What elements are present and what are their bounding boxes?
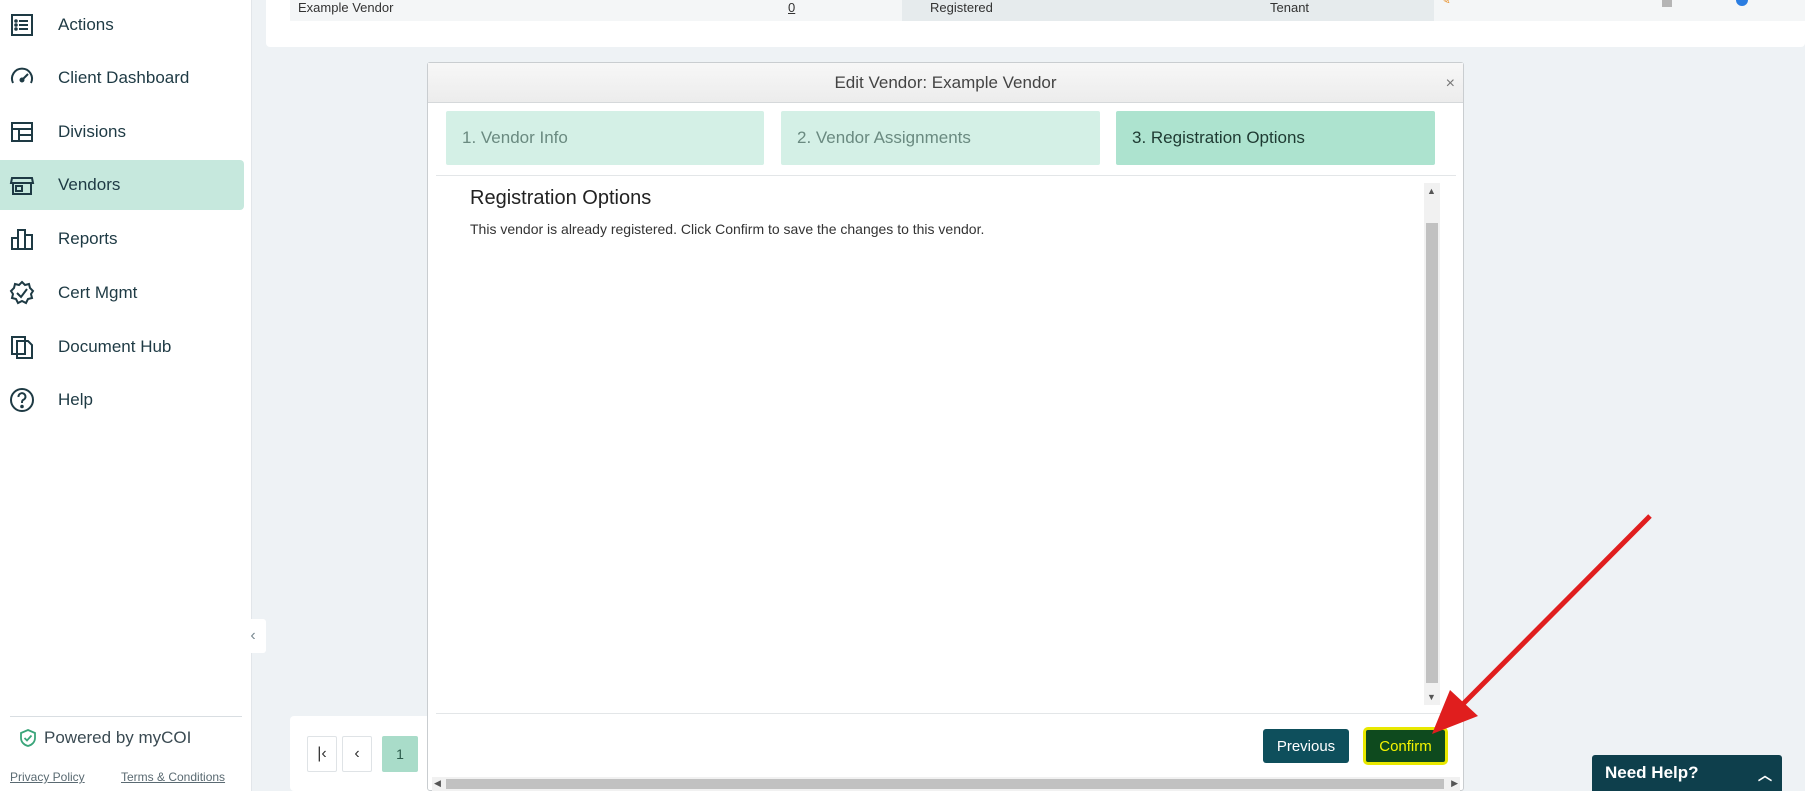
verified-badge-icon xyxy=(8,279,36,307)
bar-chart-icon xyxy=(8,225,36,253)
sidebar-item-label: Vendors xyxy=(58,175,121,194)
collapse-sidebar-button[interactable]: ‹ xyxy=(240,619,266,653)
checkbox-icon[interactable] xyxy=(1662,0,1672,7)
confirm-button[interactable]: Confirm xyxy=(1363,727,1448,765)
section-title: Registration Options xyxy=(470,187,652,209)
sidebar-item-reports[interactable]: Reports xyxy=(0,214,244,264)
horizontal-scrollbar[interactable]: ◀ ▶ xyxy=(432,777,1460,791)
chevron-left-icon: ‹ xyxy=(250,627,256,644)
sidebar-item-document-hub[interactable]: Document Hub xyxy=(0,322,244,372)
previous-button[interactable]: Previous xyxy=(1263,729,1349,763)
privacy-policy-link[interactable]: Privacy Policy xyxy=(10,770,85,784)
sidebar-item-label: Help xyxy=(58,390,93,409)
edit-vendor-modal: Edit Vendor: Example Vendor × 1. Vendor … xyxy=(427,62,1464,791)
modal-header: Edit Vendor: Example Vendor × xyxy=(428,63,1463,103)
footer-divider xyxy=(436,713,1456,714)
vendor-status-cell: Registered xyxy=(902,0,1434,21)
sidebar-item-actions[interactable]: Actions xyxy=(0,0,244,50)
toggle-indicator-icon[interactable] xyxy=(1736,0,1748,6)
chevron-left-icon: ‹ xyxy=(354,745,360,762)
powered-by: Powered by myCOI xyxy=(18,728,191,748)
steps-divider xyxy=(436,175,1456,176)
scroll-right-icon[interactable]: ▶ xyxy=(1451,778,1458,789)
table-row[interactable]: Example Vendor 0 Registered Tenant ✎ xyxy=(290,0,1805,21)
sidebar-item-label: Document Hub xyxy=(58,337,172,356)
sidebar: Actions Client Dashboard Divisions Vendo… xyxy=(0,0,252,791)
step-vendor-info[interactable]: 1. Vendor Info xyxy=(446,111,764,165)
actions-list-icon xyxy=(8,11,36,39)
step-registration-options[interactable]: 3. Registration Options xyxy=(1116,111,1435,165)
vertical-scrollbar[interactable]: ▲ ▼ xyxy=(1424,183,1440,705)
scrollbar-thumb[interactable] xyxy=(446,779,1444,789)
sidebar-item-client-dashboard[interactable]: Client Dashboard xyxy=(0,53,244,103)
storefront-icon xyxy=(8,171,36,199)
first-page-button[interactable]: |‹ xyxy=(307,736,337,772)
step-vendor-assignments[interactable]: 2. Vendor Assignments xyxy=(781,111,1100,165)
scrollbar-thumb[interactable] xyxy=(1426,223,1438,683)
sidebar-item-label: Client Dashboard xyxy=(58,68,190,87)
sidebar-item-cert-mgmt[interactable]: Cert Mgmt xyxy=(0,268,244,318)
sidebar-item-label: Divisions xyxy=(58,122,127,141)
sidebar-item-label: Reports xyxy=(58,229,118,248)
vendor-count-link[interactable]: 0 xyxy=(788,0,795,15)
shield-check-icon xyxy=(20,729,36,747)
sidebar-footer-divider xyxy=(10,716,242,717)
modal-title: Edit Vendor: Example Vendor xyxy=(834,72,1057,92)
first-page-icon: |‹ xyxy=(317,745,327,762)
chevron-up-icon: ︿ xyxy=(1758,767,1772,783)
section-text: This vendor is already registered. Click… xyxy=(470,221,985,237)
sidebar-item-label: Actions xyxy=(58,15,114,34)
documents-icon xyxy=(8,333,36,361)
help-circle-icon xyxy=(8,386,36,414)
sidebar-item-help[interactable]: Help xyxy=(0,375,244,425)
speedometer-icon xyxy=(8,64,36,92)
scroll-up-icon[interactable]: ▲ xyxy=(1427,186,1436,196)
vendor-type-cell: Tenant xyxy=(1270,0,1310,21)
vendor-name-cell: Example Vendor xyxy=(298,0,394,15)
sidebar-item-label: Cert Mgmt xyxy=(58,283,138,302)
close-icon[interactable]: × xyxy=(1446,75,1455,93)
scroll-left-icon[interactable]: ◀ xyxy=(434,778,441,789)
prev-page-button[interactable]: ‹ xyxy=(342,736,372,772)
scroll-down-icon[interactable]: ▼ xyxy=(1427,692,1436,702)
need-help-label: Need Help? xyxy=(1605,763,1699,782)
page-button-current[interactable]: 1 xyxy=(382,736,418,772)
layout-grid-icon xyxy=(8,118,36,146)
need-help-widget[interactable]: Need Help? ︿ xyxy=(1592,755,1782,791)
powered-by-label: Powered by myCOI xyxy=(44,728,192,747)
terms-link[interactable]: Terms & Conditions xyxy=(121,770,225,784)
sidebar-item-vendors[interactable]: Vendors xyxy=(0,160,244,210)
sidebar-item-divisions[interactable]: Divisions xyxy=(0,107,244,157)
edit-pencil-icon[interactable]: ✎ xyxy=(1440,0,1451,8)
